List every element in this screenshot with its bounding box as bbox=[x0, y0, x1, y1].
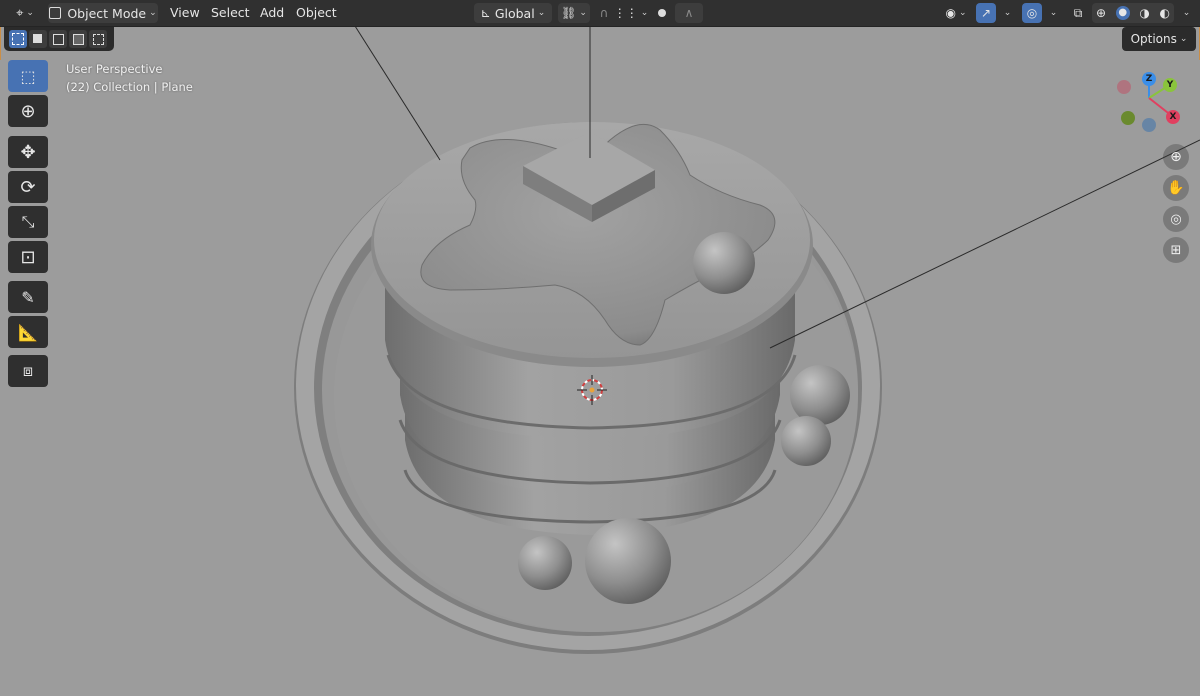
proportional-edit-toggle[interactable] bbox=[652, 3, 672, 23]
3d-viewport[interactable] bbox=[0, 26, 1200, 696]
gizmo-dropdown[interactable]: ⌄ bbox=[998, 3, 1014, 23]
scene-render bbox=[0, 26, 1200, 696]
select-subtract-button[interactable] bbox=[49, 30, 67, 48]
annotate-tool[interactable]: ✎ bbox=[8, 281, 48, 313]
select-subtract-icon bbox=[53, 34, 64, 45]
camera-view-button[interactable]: ◎ bbox=[1163, 206, 1189, 232]
cursor-icon: ⬚ bbox=[20, 66, 36, 86]
collection-info: (22) Collection | Plane bbox=[66, 80, 193, 94]
chevron-down-icon: ⌄ bbox=[149, 8, 157, 18]
cursor-tool[interactable]: ⊕ bbox=[8, 95, 48, 127]
transform-orientation-dropdown[interactable]: ⊾ Global ⌄ bbox=[474, 3, 552, 23]
gizmo-neg-z-axis[interactable] bbox=[1142, 118, 1156, 132]
magnifier-plus-icon: ⊕ bbox=[1170, 149, 1182, 165]
scale-icon: ⤡ bbox=[21, 212, 35, 231]
camera-icon: ◎ bbox=[1170, 211, 1182, 227]
wireframe-shading-icon[interactable]: ⊕ bbox=[1096, 6, 1106, 20]
add-cube-icon: ⧈ bbox=[22, 361, 34, 380]
snap-target-dropdown[interactable]: ⋮⋮ ⌄ bbox=[613, 3, 649, 23]
gizmo-icon: ↗ bbox=[980, 6, 992, 20]
options-label: Options bbox=[1130, 32, 1177, 46]
axes-icon: ⌖ bbox=[16, 5, 24, 21]
overlays-dropdown[interactable]: ⌄ bbox=[1044, 3, 1060, 23]
chevron-down-icon: ⌄ bbox=[1182, 8, 1191, 18]
menu-object[interactable]: Object bbox=[292, 4, 341, 22]
viewport-header: ⌖ ⌄ Object Mode ⌄ View Select Add Object ⊾… bbox=[0, 0, 1200, 27]
ruler-icon: 📐 bbox=[18, 322, 38, 342]
select-extend-button[interactable] bbox=[29, 30, 47, 48]
overlays-icon: ◎ bbox=[1026, 6, 1038, 20]
select-box-tool[interactable]: ⬚ bbox=[8, 60, 48, 92]
transform-tool[interactable]: ⊡ bbox=[8, 241, 48, 273]
pan-button[interactable]: ✋ bbox=[1163, 175, 1189, 201]
chevron-down-icon: ⌄ bbox=[1179, 34, 1188, 44]
object-mode-icon bbox=[49, 7, 62, 19]
mode-dropdown[interactable]: Object Mode ⌄ bbox=[48, 3, 158, 23]
select-new-icon bbox=[12, 33, 24, 45]
select-new-button[interactable] bbox=[9, 30, 27, 48]
xray-toggle[interactable]: ⧉ bbox=[1068, 3, 1088, 23]
chevron-down-icon: ⌄ bbox=[1049, 8, 1058, 18]
gizmo-x-axis[interactable]: X bbox=[1166, 110, 1180, 124]
navigation-gizmo[interactable]: Z Y X bbox=[1110, 68, 1190, 136]
hand-icon: ✋ bbox=[1167, 180, 1185, 196]
proportional-edit-icon bbox=[658, 9, 666, 17]
shading-dropdown[interactable]: ⌄ bbox=[1176, 3, 1194, 23]
mode-label: Object Mode bbox=[67, 5, 147, 21]
chevron-down-icon: ⌄ bbox=[1003, 8, 1012, 18]
eye-icon: ◉ bbox=[945, 6, 956, 20]
gizmo-toggle[interactable]: ↗ bbox=[976, 3, 996, 23]
select-intersect-icon bbox=[93, 34, 104, 45]
editor-type-button[interactable]: ⌖ ⌄ bbox=[8, 3, 42, 23]
select-intersect-button[interactable] bbox=[89, 30, 107, 48]
visibility-dropdown[interactable]: ◉ ⌄ bbox=[940, 3, 972, 23]
selection-mode-group bbox=[4, 27, 114, 51]
crosshair-icon: ⊕ bbox=[20, 100, 36, 122]
rendered-shading-icon[interactable]: ◐ bbox=[1160, 6, 1170, 20]
rotate-tool[interactable]: ⟳ bbox=[8, 171, 48, 203]
transform-icon: ⊡ bbox=[20, 246, 36, 268]
falloff-dropdown[interactable]: ∧ bbox=[675, 3, 703, 23]
solid-shading-icon[interactable]: ● bbox=[1115, 6, 1130, 20]
orientation-icon: ⊾ bbox=[480, 6, 491, 20]
gizmo-neg-y-axis[interactable] bbox=[1121, 111, 1135, 125]
view-name: User Perspective bbox=[66, 62, 163, 76]
rotate-icon: ⟳ bbox=[20, 176, 36, 198]
menu-select[interactable]: Select bbox=[207, 4, 254, 22]
scale-tool[interactable]: ⤡ bbox=[8, 206, 48, 238]
chevron-down-icon: ⌄ bbox=[537, 8, 546, 18]
menu-add[interactable]: Add bbox=[256, 4, 288, 22]
measure-tool[interactable]: 📐 bbox=[8, 316, 48, 348]
xray-icon: ⧉ bbox=[1073, 5, 1083, 20]
gizmo-neg-x-axis[interactable] bbox=[1117, 80, 1131, 94]
snap-toggle[interactable]: ∩ bbox=[594, 3, 614, 23]
select-extend-icon bbox=[33, 34, 42, 43]
orientation-label: Global bbox=[494, 5, 535, 21]
gizmo-z-axis[interactable]: Z bbox=[1142, 72, 1156, 86]
snap-grid-icon: ⋮⋮ bbox=[613, 6, 638, 20]
perspective-toggle-button[interactable]: ⊞ bbox=[1163, 237, 1189, 263]
gizmo-y-axis[interactable]: Y bbox=[1163, 78, 1177, 92]
zoom-button[interactable]: ⊕ bbox=[1163, 144, 1189, 170]
overlays-toggle[interactable]: ◎ bbox=[1022, 3, 1042, 23]
pivot-point-dropdown[interactable]: ⛓ ⌄ bbox=[558, 3, 590, 23]
move-icon: ✥ bbox=[20, 141, 36, 163]
select-invert-icon bbox=[73, 34, 84, 45]
viewport-info: User Perspective (22) Collection | Plane bbox=[66, 60, 193, 96]
menu-view[interactable]: View bbox=[166, 4, 204, 22]
select-invert-button[interactable] bbox=[69, 30, 87, 48]
pivot-link-icon: ⛓ bbox=[561, 6, 577, 20]
options-dropdown[interactable]: Options ⌄ bbox=[1122, 27, 1196, 51]
falloff-curve-icon: ∧ bbox=[684, 6, 694, 20]
add-cube-tool[interactable]: ⧈ bbox=[8, 355, 48, 387]
material-shading-icon[interactable]: ◑ bbox=[1139, 6, 1149, 20]
magnet-icon: ∩ bbox=[599, 6, 609, 20]
pencil-icon: ✎ bbox=[21, 287, 35, 307]
grid-icon: ⊞ bbox=[1170, 242, 1182, 258]
move-tool[interactable]: ✥ bbox=[8, 136, 48, 168]
shading-modes: ⊕ ● ◑ ◐ bbox=[1092, 3, 1174, 23]
